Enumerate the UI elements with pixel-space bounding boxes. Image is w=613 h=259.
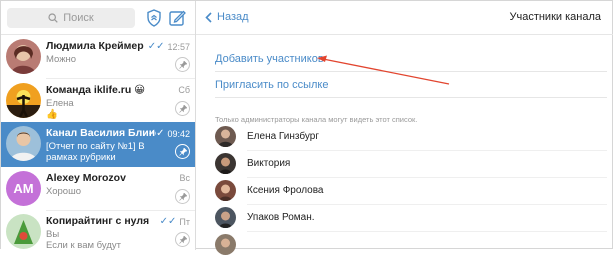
avatar	[6, 126, 41, 161]
pin-icon[interactable]	[175, 57, 190, 72]
channel-members-pane: Назад Участники канала Добавить участник…	[196, 1, 613, 255]
chat-preview: Елена 👍	[46, 98, 74, 120]
chat-item-iklife[interactable]: Команда iklife.ru 😀 Елена 👍 Сб	[1, 79, 195, 122]
chat-list-pane: Поиск Людмила Креймер Можно ✓✓ 12:57 Ком…	[1, 1, 196, 250]
member-name: Ксения Фролова	[247, 185, 324, 196]
divider	[215, 97, 607, 98]
chat-name: Команда iklife.ru 😀	[46, 84, 146, 96]
member-name: Елена Гинзбург	[247, 131, 319, 142]
chat-time-text: Сб	[178, 85, 190, 95]
chat-time: ✓✓ 09:42	[148, 128, 190, 139]
double-check-icon: ✓✓	[159, 216, 177, 227]
chat-item-alexey-morozov[interactable]: AM Alexey Morozov Хорошо Вс	[1, 167, 195, 210]
pin-icon[interactable]	[175, 101, 190, 116]
admins-only-note: Только администраторы канала могут видет…	[215, 115, 418, 124]
page-title: Участники канала	[509, 11, 601, 23]
search-icon	[48, 13, 58, 23]
chat-name: Копирайтинг с нуля	[46, 215, 150, 227]
chat-time: Сб	[178, 85, 190, 95]
double-check-icon: ✓✓	[147, 41, 165, 52]
chat-preview: Вы Если к вам будут обращатьс...	[46, 229, 121, 250]
member-row[interactable]: Ксения Фролова	[215, 179, 607, 205]
chat-time: ✓✓ 12:57	[148, 41, 190, 52]
chat-time-text: 12:57	[167, 41, 190, 52]
chat-name: Alexey Morozov	[46, 172, 126, 184]
avatar	[6, 214, 41, 249]
chat-name: Людмила Креймер	[46, 40, 144, 52]
avatar	[215, 153, 236, 174]
chat-time-text: 09:42	[167, 128, 190, 139]
avatar	[215, 126, 236, 147]
member-row[interactable]: Упаков Роман.	[215, 206, 607, 232]
members-header: Назад Участники канала	[196, 1, 613, 35]
avatar	[215, 207, 236, 228]
back-button[interactable]: Назад	[205, 11, 249, 23]
back-label: Назад	[217, 11, 249, 23]
invite-by-link-link[interactable]: Пригласить по ссылке	[215, 79, 328, 91]
chat-time: Вс	[179, 173, 190, 183]
chat-item-lyudmila[interactable]: Людмила Креймер Можно ✓✓ 12:57	[1, 35, 195, 78]
avatar	[215, 180, 236, 201]
divider	[247, 150, 607, 151]
member-name: Упаков Роман.	[247, 212, 315, 223]
divider	[247, 231, 607, 232]
chevron-left-icon	[205, 11, 212, 23]
chat-preview: Можно	[46, 54, 77, 65]
avatar: AM	[6, 171, 41, 206]
compose-icon[interactable]	[167, 8, 187, 28]
chat-time-text: Пт	[179, 216, 190, 227]
chat-name: Канал Василия Блинова	[46, 127, 156, 139]
pin-icon[interactable]	[175, 189, 190, 204]
member-row[interactable]: Елена Гинзбург	[215, 125, 607, 151]
chat-item-blinov-channel[interactable]: Канал Василия Блинова [Отчет по сайту №1…	[1, 122, 195, 167]
avatar	[6, 39, 41, 74]
member-row[interactable]	[215, 233, 607, 259]
pin-icon[interactable]	[175, 232, 190, 247]
chat-list-toolbar: Поиск	[1, 1, 195, 35]
chat-preview: Хорошо	[46, 186, 81, 197]
app-window: Поиск Людмила Креймер Можно ✓✓ 12:57 Ком…	[0, 0, 613, 255]
member-name: Виктория	[247, 158, 291, 169]
shield-icon[interactable]	[144, 8, 164, 28]
search-placeholder: Поиск	[63, 12, 94, 24]
member-row[interactable]: Виктория	[215, 152, 607, 178]
pin-icon[interactable]	[175, 144, 190, 159]
add-members-link[interactable]: Добавить участников	[215, 53, 324, 65]
chat-preview: [Отчет по сайту №1] В рамках рубрики #са…	[46, 141, 145, 163]
chat-time-text: Вс	[179, 173, 190, 183]
search-input[interactable]: Поиск	[7, 8, 135, 28]
chat-item-copywriting[interactable]: Копирайтинг с нуля Вы Если к вам будут о…	[1, 210, 195, 250]
double-check-icon: ✓✓	[147, 128, 165, 139]
divider	[215, 71, 607, 72]
chat-time: ✓✓ Пт	[160, 216, 190, 227]
divider	[247, 204, 607, 205]
avatar	[6, 83, 41, 118]
divider	[247, 177, 607, 178]
avatar	[215, 234, 236, 255]
